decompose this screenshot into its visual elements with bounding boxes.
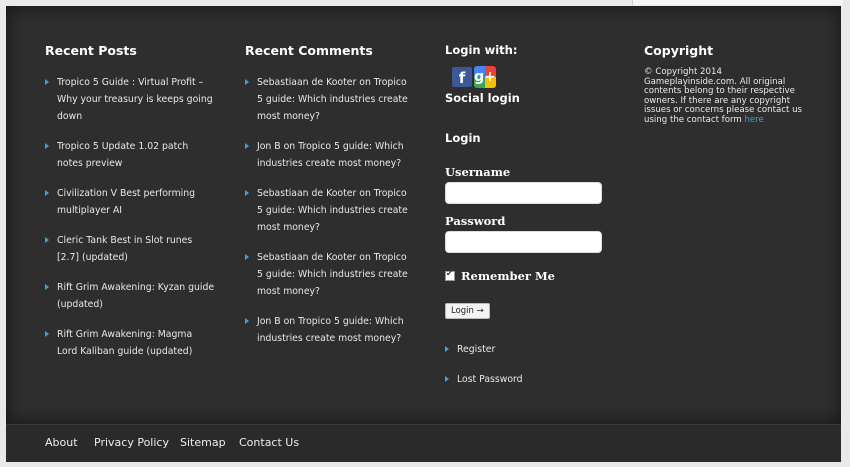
login-button[interactable]: Login → (445, 303, 490, 319)
copyright-widget: Copyright © Copyright 2014 Gameplayinsid… (644, 43, 814, 126)
recent-comment-item[interactable]: Sebastiaan de Kooter on Tropico 5 guide:… (245, 74, 415, 125)
username-input[interactable] (445, 182, 602, 204)
recent-comment-item[interactable]: Jon B on Tropico 5 guide: Which industri… (245, 313, 415, 347)
top-strip (632, 0, 843, 5)
social-login-label: Social login (445, 91, 520, 105)
username-label: Username (445, 165, 511, 179)
remember-me-label: Remember Me (461, 269, 555, 283)
recent-posts-widget: Recent Posts Tropico 5 Guide : Virtual P… (45, 43, 215, 373)
remember-me-row: Remember Me (445, 265, 615, 284)
register-link[interactable]: Register (445, 341, 615, 358)
recent-comments-title: Recent Comments (245, 43, 373, 58)
recent-comment-item[interactable]: Sebastiaan de Kooter on Tropico 5 guide:… (245, 249, 415, 300)
social-icons: f g+ (445, 63, 615, 89)
password-label: Password (445, 214, 506, 228)
recent-post-item[interactable]: Rift Grim Awakening: Magma Lord Kaliban … (45, 326, 215, 360)
copyright-text: © Copyright 2014 Gameplayinside.com. All… (644, 67, 802, 125)
recent-post-item[interactable]: Tropico 5 Guide : Virtual Profit – Why y… (45, 74, 215, 125)
footer-widget-area: Recent Posts Tropico 5 Guide : Virtual P… (6, 6, 841, 462)
copyright-title: Copyright (644, 43, 714, 58)
widget-panel: Recent Posts Tropico 5 Guide : Virtual P… (6, 6, 841, 424)
lost-password-link[interactable]: Lost Password (445, 371, 615, 388)
recent-comment-item[interactable]: Sebastiaan de Kooter on Tropico 5 guide:… (245, 185, 415, 236)
recent-post-item[interactable]: Rift Grim Awakening: Kyzan guide (update… (45, 279, 215, 313)
recent-comments-widget: Recent Comments Sebastiaan de Kooter on … (245, 43, 415, 360)
facebook-icon[interactable]: f (452, 67, 472, 87)
password-input[interactable] (445, 231, 602, 253)
login-heading: Login (445, 131, 481, 145)
footer-link-contact-us[interactable]: Contact Us (239, 436, 299, 449)
login-widget: Login with: f g+ Social login Login User… (445, 43, 615, 401)
recent-comment-item[interactable]: Jon B on Tropico 5 guide: Which industri… (245, 138, 415, 172)
footer-link-privacy-policy[interactable]: Privacy Policy (94, 436, 169, 449)
footer-link-about[interactable]: About (45, 436, 78, 449)
contact-form-link[interactable]: here (744, 115, 763, 125)
google-plus-icon[interactable]: g+ (474, 66, 496, 88)
remember-me-checkbox[interactable] (445, 269, 455, 281)
recent-post-item[interactable]: Tropico 5 Update 1.02 patch notes previe… (45, 138, 215, 172)
footer-link-sitemap[interactable]: Sitemap (180, 436, 226, 449)
login-button-wrap: Login → (445, 298, 615, 319)
recent-post-item[interactable]: Civilization V Best performing multiplay… (45, 185, 215, 219)
recent-posts-title: Recent Posts (45, 43, 137, 58)
footer-nav: About Privacy Policy Sitemap Contact Us (6, 424, 841, 462)
login-with-label: Login with: (445, 43, 518, 57)
recent-post-item[interactable]: Cleric Tank Best in Slot runes [2.7] (up… (45, 232, 215, 266)
